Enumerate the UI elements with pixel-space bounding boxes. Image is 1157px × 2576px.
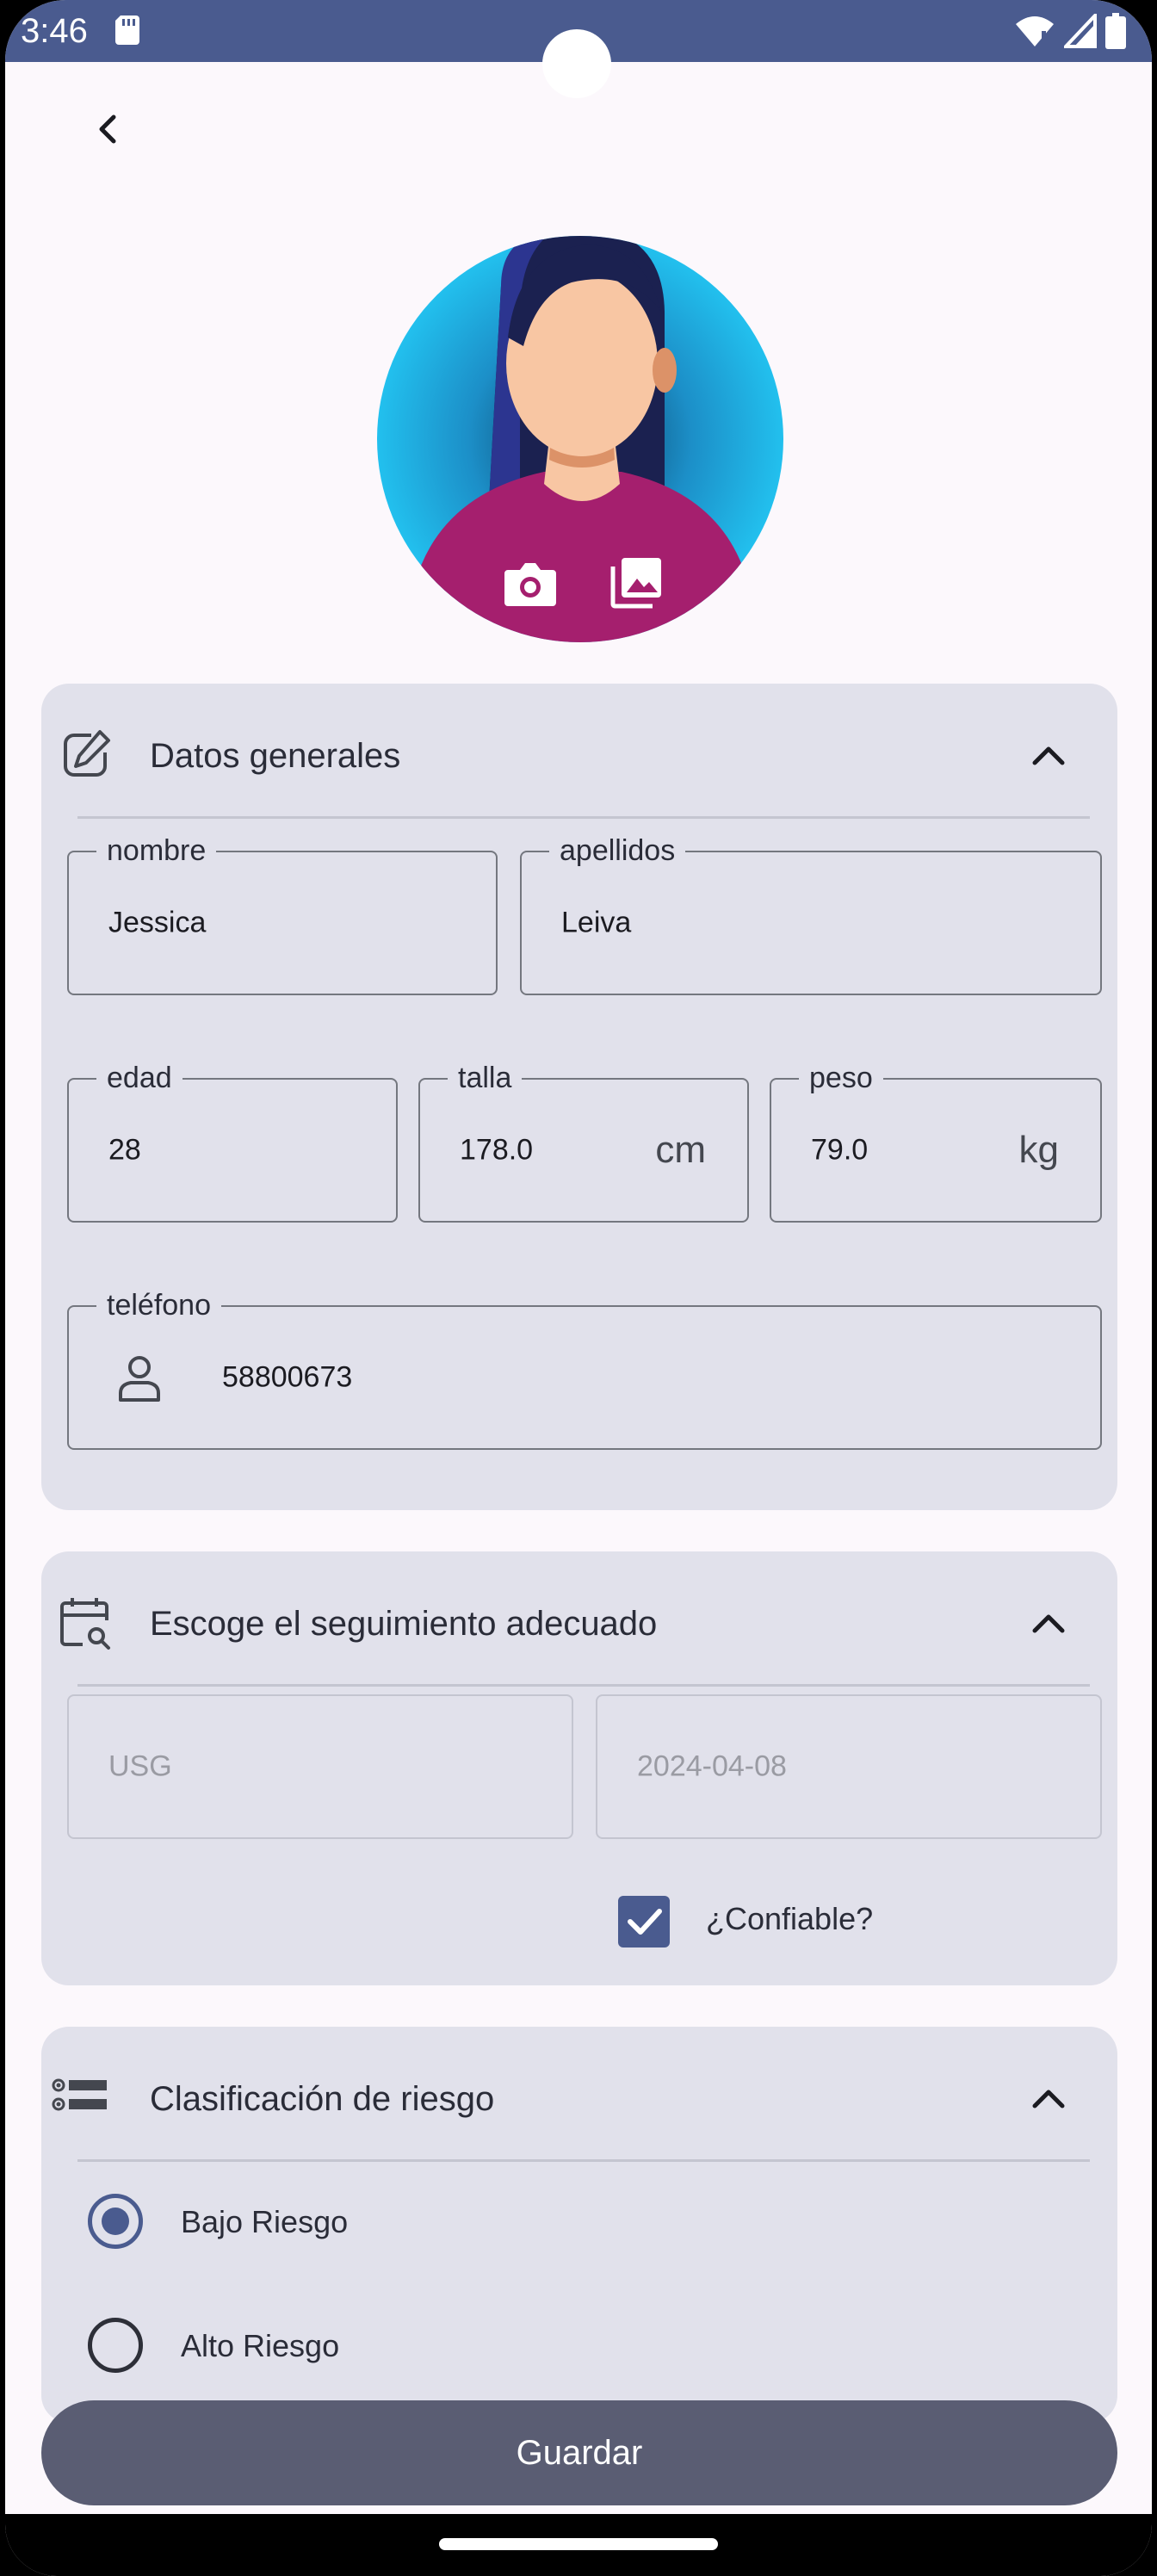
apellidos-field[interactable]: apellidos Leiva [520,833,1102,995]
camera-cutout [542,29,611,98]
riesgo-title: Clasificación de riesgo [150,2080,495,2118]
peso-label: peso [799,1061,883,1095]
edad-value[interactable]: 28 [108,1134,141,1167]
status-icons [1014,12,1126,50]
confiable-label: ¿Confiable? [706,1901,874,1936]
telefono-label: teléfono [96,1288,221,1322]
peso-value[interactable]: 79.0 [811,1134,868,1167]
divider [77,1684,1090,1687]
talla-field[interactable]: talla 178.0 cm [418,1061,749,1223]
chevron-up-icon[interactable] [1024,2075,1073,2123]
confiable-checkbox[interactable] [618,1896,670,1947]
avatar [372,217,789,642]
gallery-icon[interactable] [609,554,665,610]
fecha-field: 2024-04-08 [596,1694,1102,1839]
calendar-search-icon [60,1598,110,1650]
save-button[interactable]: Guardar [41,2400,1117,2505]
general-data-header[interactable]: Datos generales [41,684,1117,818]
riesgo-card: Clasificación de riesgo Bajo Riesgo Alto… [41,2027,1117,2423]
check-icon [628,1909,662,1935]
app-screen: 3:46 Datos generales nombre Jessica apel… [5,0,1152,2576]
talla-unit: cm [655,1129,706,1171]
talla-value[interactable]: 178.0 [460,1134,533,1167]
battery-icon [1105,13,1126,49]
nombre-field[interactable]: nombre Jessica [67,833,498,995]
chevron-up-icon[interactable] [1024,732,1073,780]
person-icon [119,1356,160,1402]
back-button[interactable] [74,95,143,164]
peso-field[interactable]: peso 79.0 kg [770,1061,1102,1223]
camera-icon[interactable] [503,560,558,608]
apellidos-value[interactable]: Leiva [561,907,631,940]
chevron-up-icon[interactable] [1024,1600,1073,1648]
seguimiento-card: Escoge el seguimiento adecuado USG 2024-… [41,1551,1117,1985]
nombre-value[interactable]: Jessica [108,907,206,940]
telefono-field[interactable]: teléfono 58800673 [67,1288,1102,1450]
peso-unit: kg [1018,1129,1059,1171]
list-icon [52,2078,107,2111]
apellidos-label: apellidos [549,833,686,868]
edad-field[interactable]: edad 28 [67,1061,398,1223]
gesture-handle[interactable] [439,2538,718,2550]
edit-icon [64,730,110,777]
seguimiento-header[interactable]: Escoge el seguimiento adecuado [41,1551,1117,1686]
bajo-riesgo-label[interactable]: Bajo Riesgo [181,2204,348,2240]
tipo-value: USG [108,1749,172,1783]
status-time: 3:46 [21,12,88,50]
sd-card-icon [115,15,139,45]
wifi-icon [1016,16,1054,47]
edad-label: edad [96,1061,183,1095]
signal-icon [1064,14,1097,48]
tipo-field: USG [67,1694,573,1839]
divider [77,2159,1090,2162]
telefono-value[interactable]: 58800673 [222,1361,352,1395]
general-data-card: Datos generales nombre Jessica apellidos… [41,684,1117,1510]
nombre-label: nombre [96,833,217,868]
arrow-back-icon [99,115,116,144]
alto-riesgo-label[interactable]: Alto Riesgo [181,2328,339,2364]
radio-alto-riesgo[interactable] [88,2318,143,2373]
riesgo-header[interactable]: Clasificación de riesgo [41,2027,1117,2161]
general-data-title: Datos generales [150,737,401,775]
talla-label: talla [448,1061,523,1095]
divider [77,816,1090,819]
radio-bajo-riesgo[interactable] [88,2194,143,2249]
avatar-illustration [377,236,783,642]
fecha-value: 2024-04-08 [637,1749,787,1783]
seguimiento-title: Escoge el seguimiento adecuado [150,1605,658,1643]
